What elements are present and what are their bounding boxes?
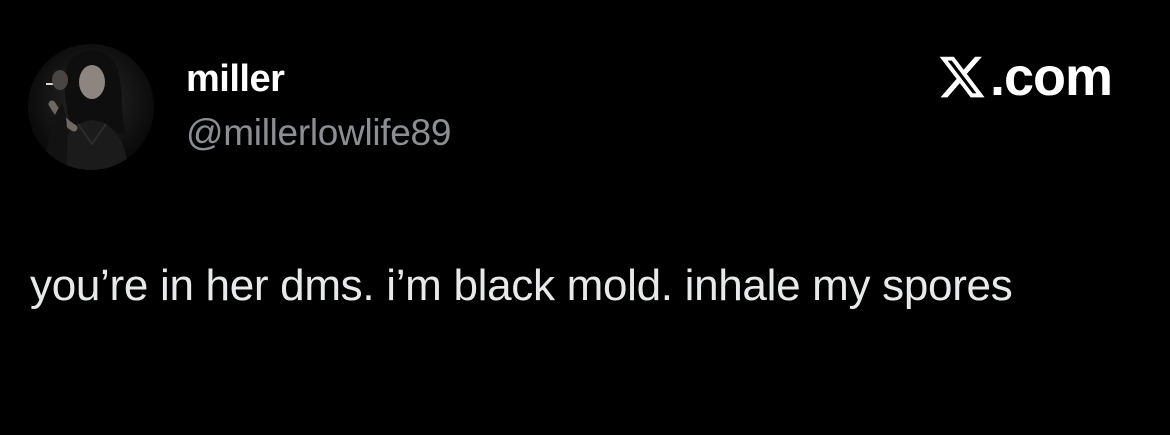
avatar-photo [28,44,154,170]
avatar[interactable] [28,44,154,170]
brand-domain: .com [989,47,1113,107]
brand-logo: .com [936,47,1113,107]
user-handle[interactable]: @millerlowlife89 [186,112,451,154]
tweet-text: you’re in her dms. i’m black mold. inhal… [30,261,1013,310]
x-logo-icon [939,56,985,98]
display-name[interactable]: miller [186,58,285,101]
